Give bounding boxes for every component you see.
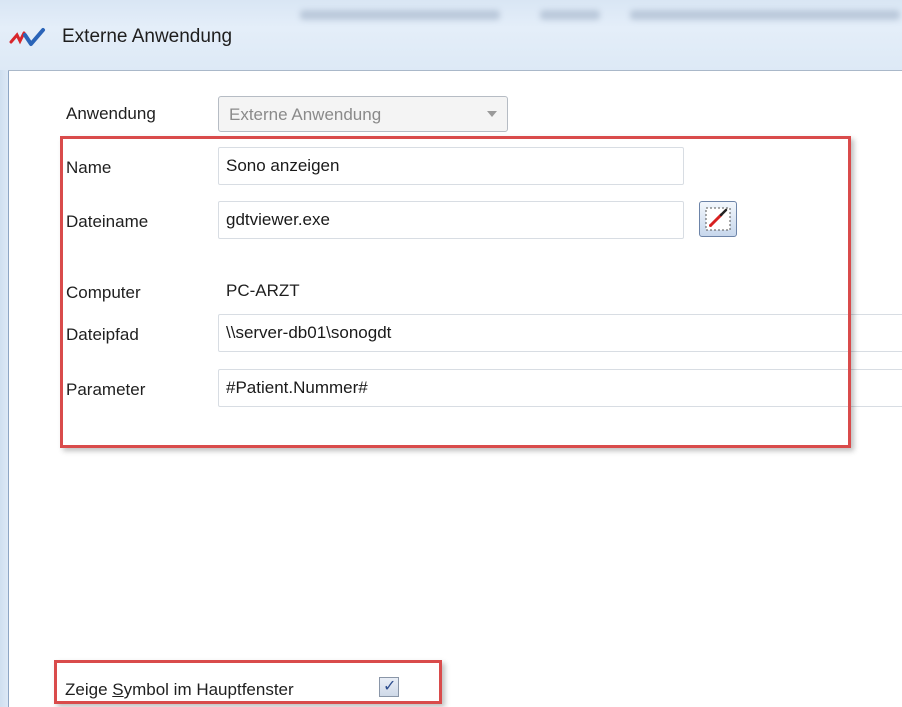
app-logo-icon (9, 28, 45, 46)
anwendung-label: Anwendung (66, 104, 156, 123)
checkmark-icon: ✓ (383, 678, 397, 695)
blurred-background-text (300, 10, 500, 20)
anwendung-select-value: Externe Anwendung (229, 105, 382, 124)
window-title: Externe Anwendung (62, 26, 233, 47)
show-symbol-label: Zeige Symbol im Hauptfenster (65, 680, 294, 699)
anwendung-select[interactable]: Externe Anwendung (218, 96, 508, 132)
blurred-background-text (540, 10, 600, 20)
blurred-background-text (630, 10, 900, 20)
title-bar: Externe Anwendung (0, 0, 902, 70)
window-frame-left (0, 70, 9, 707)
show-symbol-checkbox[interactable]: ✓ (379, 677, 399, 697)
chevron-down-icon[interactable] (487, 111, 497, 117)
highlight-box-fields (60, 136, 851, 448)
frame-divider (8, 70, 902, 71)
